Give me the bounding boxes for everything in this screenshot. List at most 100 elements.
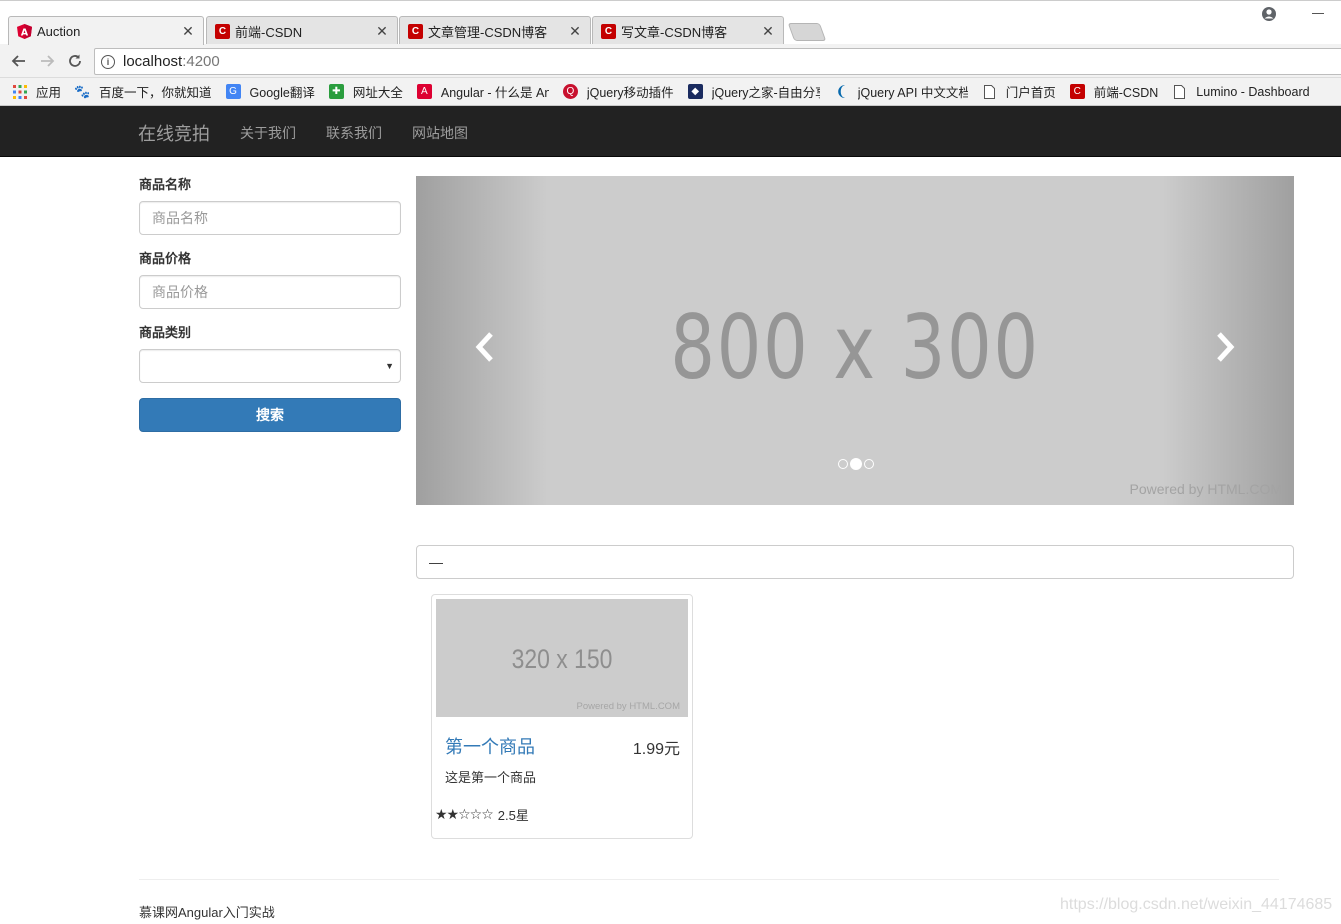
bookmark-label: Google翻译 — [249, 86, 315, 100]
angular-icon: A — [17, 24, 32, 39]
close-icon[interactable]: ✕ — [375, 23, 389, 40]
address-host: localhost — [123, 53, 183, 70]
product-description: 这是第一个商品 — [445, 770, 537, 785]
bookmarks-bar: 应用 🐾 百度一下，你就知道 G Google翻译 ✚ 网址大全 A Angul… — [0, 78, 1341, 106]
bookmark-label: 百度一下，你就知道 — [99, 86, 212, 100]
bookmark-apps[interactable]: 应用 — [12, 82, 61, 101]
product-category-select[interactable]: ▼ — [139, 349, 401, 383]
bookmark-portal[interactable]: 门户首页 — [982, 82, 1056, 101]
csdn-icon: C — [601, 24, 616, 39]
csdn-icon: C — [408, 24, 423, 39]
address-bar[interactable]: i localhost:4200 — [94, 48, 1341, 75]
close-icon[interactable]: ✕ — [181, 23, 195, 40]
product-image-label: 320 x 150 — [511, 644, 613, 674]
close-icon[interactable]: ✕ — [761, 23, 775, 40]
tab-csdn-article-manage[interactable]: C 文章管理-CSDN博客 ✕ — [399, 16, 591, 45]
bookmark-label: jQuery API 中文文档 — [857, 86, 968, 100]
site-navbar: 在线竞拍 关于我们 联系我们 网站地图 — [0, 106, 1341, 157]
product-name-group: 商品名称 商品名称 — [139, 176, 401, 235]
product-price-input[interactable]: 商品价格 — [139, 275, 401, 309]
new-tab-button[interactable] — [787, 23, 827, 41]
caret-down-icon: ▼ — [385, 361, 394, 371]
bookmark-jquery-api[interactable]: ❨ jQuery API 中文文档 — [834, 82, 968, 101]
reload-icon[interactable] — [66, 52, 84, 70]
hao123-icon: ✚ — [328, 84, 344, 99]
navbar-brand[interactable]: 在线竞拍 — [138, 120, 210, 146]
bookmark-label: 门户首页 — [1005, 86, 1056, 100]
rating-text: 2.5星 — [497, 808, 529, 823]
address-port: :4200 — [182, 53, 220, 70]
product-rating: ★★☆☆☆ 2.5星 — [435, 805, 529, 824]
google-translate-icon: G — [225, 84, 241, 99]
bookmark-label: Angular - 什么是 Ang — [440, 86, 549, 100]
bookmark-label: Lumino - Dashboard — [1196, 84, 1310, 99]
tab-title: 文章管理-CSDN博客 — [428, 24, 548, 40]
chevron-left-icon[interactable] — [474, 331, 496, 363]
tab-auction[interactable]: A Auction ✕ — [8, 16, 204, 45]
tab-title: 前端-CSDN — [235, 24, 303, 40]
chevron-right-icon[interactable] — [1214, 331, 1236, 363]
nav-link-contact[interactable]: 联系我们 — [326, 123, 382, 143]
product-price-label: 商品价格 — [139, 251, 192, 266]
watermark: https://blog.csdn.net/weixin_44174685 — [1060, 896, 1333, 913]
csdn-icon: C — [1069, 84, 1085, 99]
product-name-input[interactable]: 商品名称 — [139, 201, 401, 235]
minimize-icon[interactable] — [1312, 13, 1324, 14]
bookmark-angular[interactable]: A Angular - 什么是 Ang — [416, 82, 549, 101]
bookmark-hao123[interactable]: ✚ 网址大全 — [328, 82, 403, 101]
carousel-indicator[interactable] — [838, 459, 848, 469]
product-price-group: 商品价格 商品价格 — [139, 250, 401, 309]
tab-title: Auction — [37, 23, 81, 39]
tab-csdn-frontend[interactable]: C 前端-CSDN ✕ — [206, 16, 398, 45]
jquery-api-icon: ❨ — [835, 83, 848, 99]
carousel-placeholder-label: 800 x 300 — [670, 296, 1040, 399]
product-category-label: 商品类别 — [139, 325, 192, 340]
bookmark-jquery-home[interactable]: ◆ jQuery之家-自由分享 — [687, 82, 820, 101]
jquery-plugin-icon: Q — [562, 84, 578, 99]
bookmark-label: 网址大全 — [352, 86, 403, 100]
user-profile-icon[interactable] — [1261, 6, 1277, 22]
search-form: 商品名称 商品名称 商品价格 商品价格 商品类别 ▼ 搜索 — [139, 176, 401, 432]
bookmark-csdn[interactable]: C 前端-CSDN — [1069, 82, 1158, 101]
filter-text: — — [429, 554, 443, 570]
page-icon — [982, 84, 997, 99]
back-arrow-icon[interactable] — [10, 52, 28, 70]
info-icon[interactable]: i — [101, 54, 115, 69]
bookmark-baidu[interactable]: 🐾 百度一下，你就知道 — [74, 82, 212, 101]
browser-toolbar: i localhost:4200 — [0, 44, 1341, 78]
search-button[interactable]: 搜索 — [139, 398, 401, 432]
product-price: 1.99元 — [632, 741, 680, 758]
carousel-powered-by: Powered by HTML.COM — [1129, 481, 1282, 497]
footer-divider — [139, 879, 1279, 880]
forward-arrow-icon[interactable] — [38, 52, 56, 70]
carousel-indicator[interactable] — [864, 459, 874, 469]
nav-link-about[interactable]: 关于我们 — [240, 123, 296, 143]
tab-csdn-write-article[interactable]: C 写文章-CSDN博客 ✕ — [592, 16, 784, 45]
apps-grid-icon — [12, 84, 27, 99]
product-card: 320 x 150 Powered by HTML.COM 第一个商品 1.99… — [431, 594, 693, 839]
bookmark-label: 应用 — [36, 86, 62, 100]
product-filter-input[interactable]: — — [416, 545, 1294, 579]
browser-tab-strip: A Auction ✕ C 前端-CSDN ✕ C 文章管理-CSDN博客 ✕ … — [0, 0, 1341, 45]
nav-link-sitemap[interactable]: 网站地图 — [412, 123, 468, 143]
product-image-powered-by: Powered by HTML.COM — [576, 701, 680, 712]
bookmark-label: jQuery移动插件 — [586, 86, 674, 100]
carousel-indicator-active[interactable] — [850, 458, 862, 470]
csdn-icon: C — [215, 24, 230, 39]
page-icon — [1172, 84, 1187, 99]
carousel: 800 x 300 Powered by HTML.COM — [416, 176, 1294, 505]
angular-icon: A — [416, 84, 432, 99]
bookmark-google-translate[interactable]: G Google翻译 — [225, 82, 315, 101]
bookmark-label: jQuery之家-自由分享 — [711, 86, 820, 100]
footer-text: 慕课网Angular入门实战 — [139, 905, 275, 920]
product-name-link[interactable]: 第一个商品 — [445, 733, 535, 759]
baidu-paw-icon: 🐾 — [74, 83, 91, 99]
svg-text:A: A — [21, 27, 29, 38]
product-category-group: 商品类别 ▼ — [139, 324, 401, 383]
jquery-home-icon: ◆ — [687, 84, 703, 99]
bookmark-jquery-plugin[interactable]: Q jQuery移动插件 — [562, 82, 674, 101]
close-icon[interactable]: ✕ — [568, 23, 582, 40]
tab-title: 写文章-CSDN博客 — [621, 24, 728, 40]
product-name-label: 商品名称 — [139, 177, 192, 192]
bookmark-lumino[interactable]: Lumino - Dashboard — [1172, 84, 1310, 99]
